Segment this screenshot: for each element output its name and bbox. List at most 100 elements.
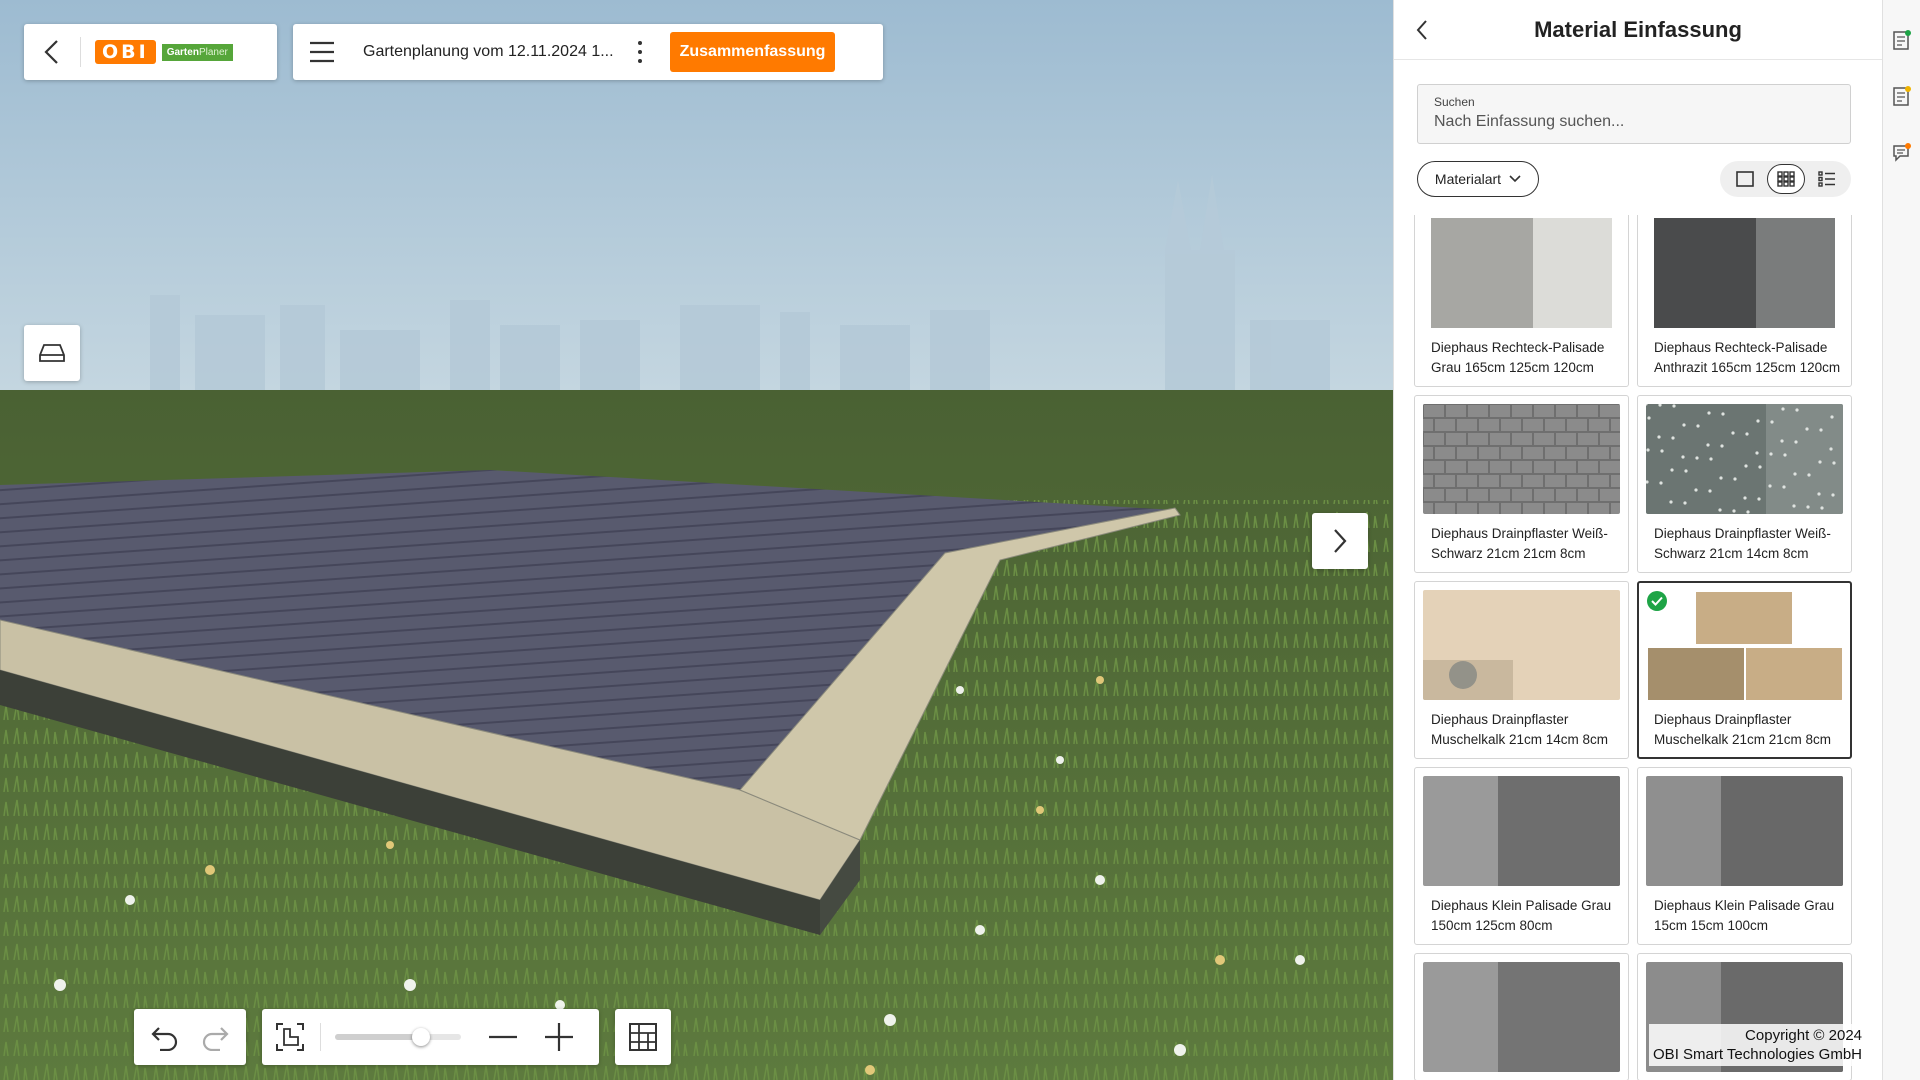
- side-rail: [1882, 0, 1920, 1080]
- selected-check-icon: [1647, 591, 1667, 611]
- zoom-slider-fill: [335, 1034, 421, 1040]
- search-label: Suchen: [1434, 95, 1475, 109]
- material-texture: [1646, 404, 1843, 514]
- summary-button[interactable]: Zusammenfassung: [670, 32, 835, 72]
- material-label: Diephaus Drainpflaster Muschelkalk 21cm …: [1654, 712, 1832, 747]
- material-label: Diephaus Drainpflaster Weiß-Schwarz 21cm…: [1431, 526, 1608, 561]
- chat-bubble-icon: [1893, 143, 1911, 162]
- shopping-list-button[interactable]: [1890, 84, 1914, 108]
- chevron-right-icon: [1334, 529, 1347, 553]
- material-tile[interactable]: Diephaus Drainpflaster Weiß-Schwarz 21cm…: [1414, 395, 1629, 573]
- single-view-icon: [1735, 171, 1754, 187]
- zoom-out-button[interactable]: [481, 1015, 525, 1059]
- material-tile[interactable]: Diephaus Rechteck-Palisade Grau 165cm 12…: [1414, 215, 1629, 387]
- clipboard-check-icon: [1893, 30, 1911, 50]
- list-view-button[interactable]: [1808, 164, 1846, 194]
- material-thumbnail: [1646, 218, 1843, 328]
- gartenplaner-badge: GartenPlaner: [161, 43, 233, 61]
- material-texture: [1423, 590, 1620, 700]
- material-label: Diephaus Klein Palisade Grau 15cm 15cm 1…: [1654, 898, 1835, 933]
- undo-button[interactable]: [143, 1015, 187, 1059]
- material-thumbnail: [1646, 776, 1843, 886]
- history-toolbar: [134, 1009, 246, 1065]
- search-field[interactable]: Suchen: [1417, 84, 1851, 144]
- redo-button[interactable]: [193, 1015, 237, 1059]
- grid-view-button[interactable]: [1766, 164, 1805, 194]
- material-texture: [1654, 218, 1835, 328]
- floorplan-grid-icon: [629, 1023, 657, 1051]
- list-view-icon: [1817, 171, 1835, 187]
- zoom-toolbar: [262, 1009, 599, 1065]
- plan-bar: Gartenplanung vom 12.11.2024 1... Zusamm…: [293, 24, 883, 80]
- plus-icon: [545, 1023, 573, 1051]
- material-thumbnail: [1646, 404, 1843, 514]
- zoom-in-button[interactable]: [537, 1015, 581, 1059]
- badge-bold-text: Garten: [166, 46, 199, 58]
- list-document-icon: [1893, 86, 1911, 106]
- single-view-button[interactable]: [1726, 164, 1764, 194]
- fit-view-icon: [276, 1023, 304, 1051]
- material-label: Diephaus Rechteck-Palisade Grau 165cm 12…: [1431, 340, 1605, 375]
- material-thumbnail: [1423, 776, 1620, 886]
- more-vertical-icon: [638, 41, 642, 63]
- panel-header: Material Einfassung: [1394, 0, 1882, 60]
- material-tile[interactable]: [1414, 953, 1629, 1080]
- material-texture: [1646, 590, 1843, 700]
- material-texture: [1423, 776, 1620, 886]
- divider: [80, 37, 81, 67]
- copyright-notice: Copyright © 2024 OBI Smart Technologies …: [1649, 1024, 1866, 1066]
- material-label: Diephaus Rechteck-Palisade Anthrazit 165…: [1654, 340, 1841, 375]
- feedback-button[interactable]: [1890, 140, 1914, 164]
- grid-view-icon: [1776, 171, 1795, 187]
- material-tile[interactable]: Diephaus Drainpflaster Muschelkalk 21cm …: [1414, 581, 1629, 759]
- panel-title: Material Einfassung: [1534, 16, 1742, 42]
- hamburger-menu-icon: [310, 41, 334, 63]
- material-thumbnail: [1423, 962, 1620, 1072]
- redo-icon: [202, 1027, 229, 1051]
- menu-button[interactable]: [293, 24, 351, 80]
- material-label: Diephaus Drainpflaster Muschelkalk 21cm …: [1431, 712, 1609, 747]
- plan-title[interactable]: Gartenplanung vom 12.11.2024 1...: [363, 43, 618, 61]
- panel-back-button[interactable]: [1394, 0, 1450, 60]
- zoom-slider[interactable]: [335, 1025, 461, 1049]
- obi-logo-text: OBI: [95, 40, 156, 64]
- chevron-left-icon: [1416, 19, 1427, 40]
- material-tile[interactable]: Diephaus Drainpflaster Weiß-Schwarz 21cm…: [1637, 395, 1852, 573]
- material-type-filter[interactable]: Materialart: [1417, 161, 1539, 197]
- brand-bar: OBI GartenPlaner: [24, 24, 277, 80]
- obi-gartenplaner-logo: OBI GartenPlaner: [95, 40, 233, 64]
- chevron-left-icon: [44, 40, 58, 64]
- search-input[interactable]: [1434, 113, 1834, 131]
- material-tile[interactable]: Diephaus Klein Palisade Grau 150cm 125cm…: [1414, 767, 1629, 945]
- zoom-slider-thumb[interactable]: [411, 1028, 430, 1046]
- panel-expand-button[interactable]: [1312, 513, 1368, 569]
- material-thumbnail: [1423, 218, 1620, 328]
- material-texture: [1423, 404, 1620, 514]
- material-label: Diephaus Klein Palisade Grau 150cm 125cm…: [1431, 898, 1612, 933]
- material-texture: [1423, 962, 1620, 1072]
- material-grid: Diephaus Rechteck-Palisade Grau 165cm 12…: [1414, 215, 1854, 1080]
- material-label: Diephaus Drainpflaster Weiß-Schwarz 21cm…: [1654, 526, 1831, 561]
- garden-scene[interactable]: [0, 0, 1393, 1080]
- minus-icon: [489, 1035, 517, 1039]
- material-panel: Material Einfassung Suchen Materialart D…: [1393, 0, 1882, 1080]
- material-tile[interactable]: Diephaus Drainpflaster Muschelkalk 21cm …: [1637, 581, 1852, 759]
- material-tile[interactable]: Diephaus Klein Palisade Grau 15cm 15cm 1…: [1637, 767, 1852, 945]
- garden-3d-viewport[interactable]: OBI GartenPlaner Gartenplanung vom 12.11…: [0, 0, 1393, 1080]
- material-thumbnail: [1423, 590, 1620, 700]
- copyright-line2: OBI Smart Technologies GmbH: [1653, 1046, 1862, 1063]
- fit-to-view-button[interactable]: [268, 1015, 312, 1059]
- view-mode-switch: [1720, 161, 1851, 197]
- camera-view-toggle-button[interactable]: [24, 325, 80, 381]
- notes-button[interactable]: [1890, 28, 1914, 52]
- floorplan-grid-button[interactable]: [615, 1009, 671, 1065]
- back-button[interactable]: [24, 24, 80, 80]
- material-list[interactable]: Diephaus Rechteck-Palisade Grau 165cm 12…: [1394, 215, 1883, 1080]
- plan-options-button[interactable]: [620, 24, 660, 80]
- material-tile[interactable]: Diephaus Rechteck-Palisade Anthrazit 165…: [1637, 215, 1852, 387]
- undo-icon: [151, 1027, 178, 1051]
- material-texture: [1431, 218, 1612, 328]
- copyright-line1: Copyright © 2024: [1745, 1027, 1862, 1044]
- chevron-down-icon: [1509, 175, 1521, 183]
- material-texture: [1646, 776, 1843, 886]
